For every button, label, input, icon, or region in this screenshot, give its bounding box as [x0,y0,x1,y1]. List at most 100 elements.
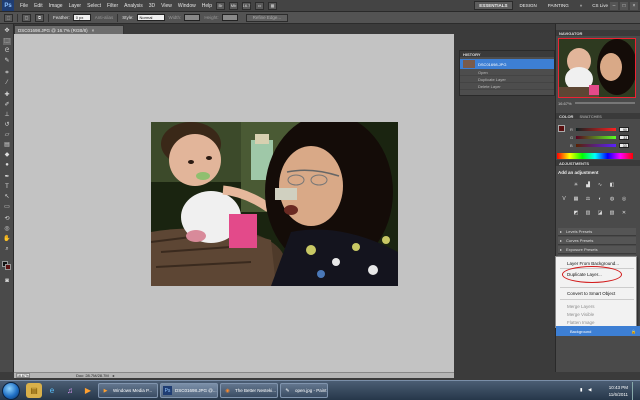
layer-row-background[interactable]: Background 🔒 [556,326,640,336]
history-state[interactable]: Delete Layer [460,83,554,90]
document-tab[interactable]: DSC01698.JPG @ 16.7% (RGB/8) × [14,25,124,34]
minimize-icon[interactable]: – [610,1,618,10]
menu-analysis[interactable]: Analysis [124,3,143,9]
style-select[interactable]: Normal [136,14,165,21]
explorer-icon[interactable]: ▤ [26,383,42,398]
blur-tool-icon[interactable]: ◆ [3,152,11,159]
status-arrow-icon[interactable]: ▸ [113,373,115,378]
refine-edge-button[interactable]: Refine Edge... [245,13,289,22]
itunes-icon[interactable]: ♫ [62,383,78,398]
brush-tool-icon[interactable]: ✐ [3,102,11,109]
gradient-tool-icon[interactable]: ▤ [3,142,11,149]
shape-tool-icon[interactable]: ▭ [3,204,11,211]
eyedropper-tool-icon[interactable]: ⁄ [3,80,11,87]
menu-3d[interactable]: 3D [149,3,155,9]
arrange-button[interactable]: ▦ [268,1,278,10]
media-player-icon[interactable]: ▶ [80,383,96,398]
antialias-label[interactable]: Anti-alias [95,15,114,20]
menu-view[interactable]: View [161,3,172,9]
exposure-icon[interactable]: ◧ [608,182,616,189]
feather-input[interactable]: 0 px [72,14,91,21]
channel-slider[interactable] [575,127,616,131]
menu-select[interactable]: Select [87,3,101,9]
brightness-contrast-icon[interactable]: ☀ [572,182,580,189]
navigator-zoom-slider[interactable] [574,102,635,104]
type-tool-icon[interactable]: T [3,184,11,191]
workspace-painting[interactable]: PAINTING [544,1,573,10]
clock-time[interactable]: 10:43 PM [609,385,628,390]
menu-image[interactable]: Image [49,3,63,9]
maximize-icon[interactable]: □ [620,1,628,10]
curves-icon[interactable]: ∿ [596,182,604,189]
show-desktop-button[interactable] [632,382,638,400]
lasso-tool-icon[interactable]: ᘓ [3,48,11,55]
channel-value[interactable]: 33 [619,134,630,140]
clock-date[interactable]: 11/6/2011 [609,392,628,397]
vibrance-icon[interactable]: V [560,196,568,203]
menu-file[interactable]: File [20,3,28,9]
gradient-map-icon[interactable]: ▧ [608,210,616,217]
navigator-thumbnail[interactable] [558,38,636,98]
history-snapshot[interactable]: DSC01698.JPG [460,59,554,69]
menu-layer[interactable]: Layer [69,3,82,9]
move-tool-icon[interactable]: ✥ [3,28,11,35]
color-tab[interactable]: COLOR [559,114,573,119]
preset-exposure[interactable]: Exposure Presets [558,246,636,254]
zoom-tool-icon[interactable]: ⌕ [3,246,11,253]
close-tab-icon[interactable]: × [92,28,95,33]
internet-explorer-icon[interactable]: e [44,383,60,398]
document-photo[interactable] [151,122,398,286]
color-spectrum-bar[interactable] [557,153,633,159]
channel-slider[interactable] [575,143,616,147]
task-firefox[interactable]: ◉ The Better Nesteki... [220,383,278,398]
menu-window[interactable]: Window [178,3,196,9]
zoom-field[interactable]: 16.67% [16,373,30,378]
history-state[interactable]: Open [460,69,554,76]
black-white-icon[interactable]: ◐ [596,196,604,203]
height-input[interactable] [221,14,238,21]
levels-icon[interactable]: ▟ [584,182,592,189]
width-input[interactable] [184,14,201,21]
workspace-more-button[interactable]: » [576,1,587,10]
channel-value[interactable]: 33 [618,142,629,148]
channel-value[interactable]: 90 [618,126,629,132]
volume-icon[interactable]: ◀ [588,387,591,393]
preset-curves[interactable]: Curves Presets [558,237,636,245]
history-state[interactable]: Duplicate Layer [460,76,554,83]
pen-tool-icon[interactable]: ✒ [3,174,11,181]
document-size[interactable]: Doc: 28.7M/28.7M [76,373,109,378]
path-selection-tool-icon[interactable]: ↖ [3,194,11,201]
selective-color-icon[interactable]: ✕ [620,210,628,217]
menu-help[interactable]: Help [202,3,212,9]
workspace-essentials[interactable]: ESSENTIALS [474,1,513,10]
preset-levels[interactable]: Levels Presets [558,228,636,236]
posterize-icon[interactable]: ▥ [584,210,592,217]
new-selection-icon[interactable]: ▢ [22,13,31,22]
quick-mask-icon[interactable]: ◙ [3,278,11,285]
dodge-tool-icon[interactable]: ● [3,162,11,169]
bridge-button[interactable]: Br [216,1,226,10]
channel-slider[interactable] [576,135,617,139]
hand-tool-icon[interactable]: ✋ [3,236,11,243]
channel-mixer-icon[interactable]: ◎ [620,196,628,203]
3d-orbit-tool-icon[interactable]: ◎ [3,226,11,233]
3d-rotate-tool-icon[interactable]: ⟲ [3,216,11,223]
color-balance-icon[interactable]: ⚖ [584,196,592,203]
network-icon[interactable]: ▮ [580,387,582,393]
invert-icon[interactable]: ◩ [572,210,580,217]
background-color-swatch[interactable] [5,264,11,270]
menu-convert-smart-object[interactable]: Convert to Smart Object [567,291,615,296]
eraser-tool-icon[interactable]: ▱ [3,132,11,139]
hue-saturation-icon[interactable]: ▦ [572,196,580,203]
photo-filter-icon[interactable]: ◍ [608,196,616,203]
clone-stamp-tool-icon[interactable]: ⊥ [3,112,11,119]
task-photoshop[interactable]: Ps DSC01698.JPG @... [160,383,218,398]
start-button[interactable] [2,382,20,400]
quick-select-tool-icon[interactable]: ✎ [3,58,11,65]
swatches-tab[interactable]: SWATCHES [579,114,601,119]
threshold-icon[interactable]: ◪ [596,210,604,217]
workspace-design[interactable]: DESIGN [516,1,541,10]
color-panel-foreground-swatch[interactable] [558,125,565,132]
menu-filter[interactable]: Filter [107,3,118,9]
healing-brush-tool-icon[interactable]: ✚ [3,92,11,99]
